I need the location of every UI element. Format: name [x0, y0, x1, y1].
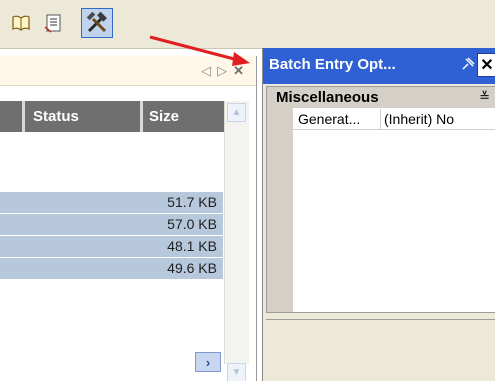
annotation-arrow	[149, 35, 250, 66]
